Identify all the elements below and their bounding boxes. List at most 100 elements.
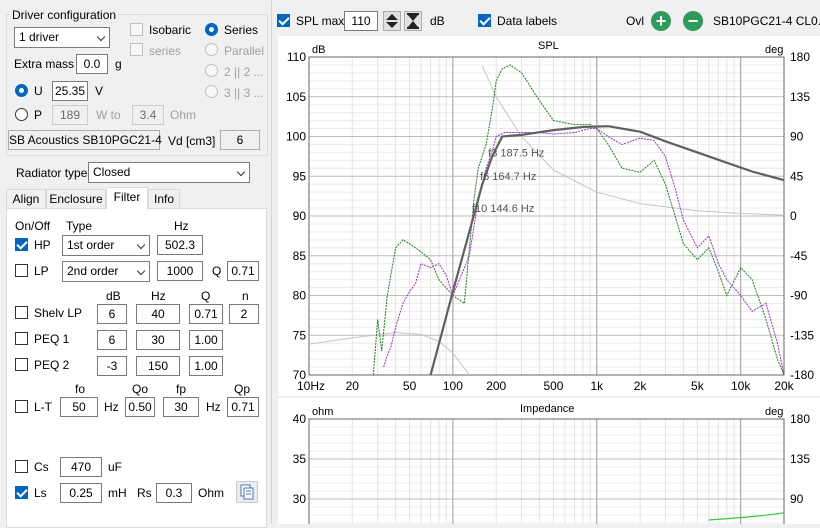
linkwitz-transform-checkbox[interactable]	[15, 400, 28, 413]
impedance-ref-input[interactable]: 3.4	[132, 105, 164, 125]
peq1-q-input[interactable]: 1.00	[189, 330, 223, 350]
impedance-y2-unit: deg	[765, 406, 784, 418]
spl-chart[interactable]: 707580859095100105110-180-135-90-4504590…	[278, 36, 820, 396]
lp-type-value: 2nd order	[67, 264, 119, 278]
x-tick-label: 5k	[691, 379, 705, 393]
parallel-radio[interactable]	[205, 43, 218, 56]
hp-frequency-input[interactable]: 502.3	[157, 235, 203, 255]
x-tick-label: 50	[403, 379, 417, 393]
tab-align[interactable]: Align	[6, 189, 46, 209]
hp-checkbox[interactable]	[15, 238, 28, 251]
cs-checkbox[interactable]	[15, 460, 28, 473]
extra-mass-label: Extra mass	[14, 57, 75, 71]
two-by-two-radio[interactable]	[205, 64, 218, 77]
lp-type-select[interactable]: 2nd order	[62, 261, 150, 282]
extra-mass-unit: g	[115, 57, 122, 71]
x-tick-label: 500	[543, 379, 563, 393]
q-column-header: Q	[201, 289, 211, 303]
peq1-hz-input[interactable]: 30	[136, 330, 180, 350]
cs-label: Cs	[34, 460, 49, 474]
three-by-three-radio[interactable]	[205, 85, 218, 98]
y2-tick-label: 90	[790, 130, 804, 144]
spl-model-line	[429, 125, 784, 375]
driver-count-select[interactable]: 1 driver	[14, 27, 110, 48]
lt-fp-input[interactable]: 30	[163, 397, 199, 417]
spin-down-button[interactable]	[404, 11, 422, 31]
tab-filter[interactable]: Filter	[106, 187, 148, 209]
shelving-q-input[interactable]: 0.71	[189, 304, 223, 324]
y-tick-label: 100	[286, 130, 306, 144]
impedance-phase-line	[708, 512, 785, 521]
series-radio[interactable]	[205, 23, 218, 36]
triangle-up-icon	[386, 14, 398, 28]
ls-input[interactable]: 0.25	[60, 483, 102, 503]
x-tick-label: 2k	[634, 379, 648, 393]
shelving-hz-input[interactable]: 40	[136, 304, 180, 324]
y2-tick-label: 90	[790, 492, 804, 506]
cs-input[interactable]: 470	[60, 457, 102, 477]
y2-tick-label: 135	[790, 452, 810, 466]
peq2-checkbox[interactable]	[15, 358, 28, 371]
shelving-n-input[interactable]: 2	[229, 304, 259, 324]
y-tick-label: 30	[293, 492, 307, 506]
series-checkbox[interactable]	[130, 43, 143, 56]
voltage-radio[interactable]	[15, 84, 28, 97]
copy-icon	[240, 484, 254, 500]
measured-line-green	[372, 64, 784, 375]
rs-input[interactable]: 0.3	[156, 483, 192, 503]
spl-chart-panel: 70 75 80 85 90 95 100 105 110 -180 -135 -90 -45 0 45 90…	[278, 36, 820, 396]
shelving-db-input[interactable]: 6	[97, 304, 127, 324]
n-column-header: n	[242, 289, 249, 303]
spl-max-input[interactable]: 110	[344, 11, 378, 31]
spl-y-unit: dB	[312, 44, 326, 56]
y2-tick-label: -90	[790, 289, 808, 303]
minus-circle-icon[interactable]: −	[683, 11, 703, 31]
tab-info[interactable]: Info	[148, 189, 180, 209]
y-tick-label: 110	[287, 50, 306, 64]
shelving-lp-checkbox[interactable]	[15, 306, 28, 319]
peq2-hz-input[interactable]: 150	[136, 356, 180, 376]
peq1-checkbox[interactable]	[15, 332, 28, 345]
power-radio[interactable]	[15, 108, 28, 121]
chevron-down-icon	[136, 266, 146, 276]
lt-fo-header: fo	[75, 382, 86, 396]
spl-max-unit: dB	[430, 14, 445, 28]
vd-field[interactable]: 6	[220, 130, 260, 150]
ls-checkbox[interactable]	[15, 486, 28, 499]
plus-circle-icon[interactable]: +	[651, 11, 671, 31]
lt-qo-input[interactable]: 0.50	[125, 397, 155, 417]
spin-up-button[interactable]	[383, 11, 401, 31]
lp-frequency-input[interactable]: 1000	[157, 261, 203, 281]
data-labels-checkbox[interactable]	[478, 14, 491, 27]
peq2-db-input[interactable]: -3	[97, 356, 127, 376]
cutoff-annotation: f10 144.6 Hz	[472, 203, 534, 215]
tab-label: Enclosure	[49, 192, 103, 206]
isobaric-checkbox[interactable]	[130, 23, 143, 36]
voltage-unit: V	[95, 84, 104, 98]
lt-fp-header: fp	[176, 382, 187, 396]
x-tick-label: 100	[443, 379, 463, 393]
lt-fo-input[interactable]: 50	[60, 397, 98, 417]
phase-line-low	[309, 332, 470, 375]
hp-type-select[interactable]: 1st order	[62, 235, 150, 256]
tab-enclosure[interactable]: Enclosure	[46, 189, 106, 209]
lp-checkbox[interactable]	[15, 264, 28, 277]
peq1-db-input[interactable]: 6	[97, 330, 127, 350]
extra-mass-input[interactable]: 0.0	[76, 54, 108, 74]
y-tick-label: 75	[293, 328, 307, 342]
voltage-input[interactable]: 25.35	[52, 81, 88, 101]
ls-unit: mH	[108, 486, 127, 500]
impedance-chart[interactable]: 30 35 40 90 135 180	[278, 398, 820, 524]
spl-max-checkbox[interactable]	[277, 14, 290, 27]
driver-name-field[interactable]: SB Acoustics SB10PGC21-4	[8, 130, 162, 150]
lt-qp-input[interactable]: 0.71	[227, 397, 259, 417]
copy-button[interactable]	[236, 481, 258, 503]
shelving-lp-label: Shelv LP	[34, 306, 83, 320]
lp-q-input[interactable]: 0.71	[227, 261, 259, 281]
spl-y2-unit: deg	[765, 44, 784, 56]
radiator-type-select[interactable]: Closed	[88, 162, 250, 183]
power-label: P	[34, 108, 43, 122]
peq2-q-input[interactable]: 1.00	[189, 356, 223, 376]
power-input[interactable]: 189	[52, 105, 88, 125]
ohm-unit-label: Ohm	[170, 108, 197, 122]
